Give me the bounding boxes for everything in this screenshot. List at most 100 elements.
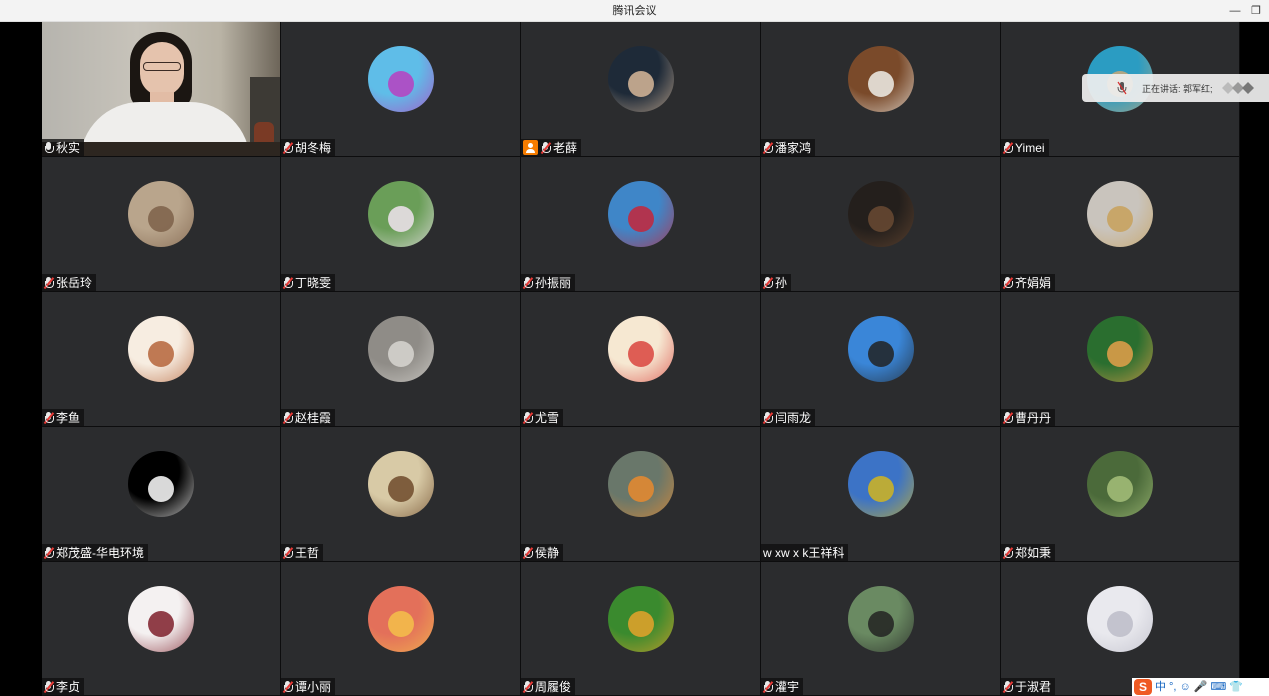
ime-item[interactable]: 👕 (1229, 678, 1243, 696)
participant-avatar (847, 316, 914, 382)
ime-item[interactable]: ☺ (1179, 678, 1190, 696)
participant-tile[interactable]: 秋实 (42, 22, 281, 157)
participant-avatar (128, 451, 194, 517)
mic-muted-icon (43, 411, 54, 424)
participant-name: 郑茂盛-华电环境 (56, 546, 144, 560)
ime-item[interactable]: ⌨ (1210, 678, 1226, 696)
participant-tile[interactable]: 灌宇 (761, 562, 1001, 696)
participant-avatar (367, 451, 434, 517)
participant-avatar (607, 451, 674, 517)
participant-name: 郑如秉 (1015, 546, 1052, 560)
participant-tile[interactable]: 赵桂霞 (281, 292, 521, 427)
participant-name: 灌宇 (775, 680, 800, 694)
ime-item[interactable]: 中 (1155, 678, 1166, 696)
participant-tile[interactable]: w xw x k王祥科 (761, 427, 1001, 562)
mic-muted-icon (43, 276, 54, 289)
participant-nameplate: 侯静 (521, 544, 564, 561)
speaking-label: 正在讲话: 郭军红; (1142, 83, 1213, 94)
participant-tile[interactable]: 孙 (761, 157, 1001, 292)
participant-tile[interactable]: 侯静 (521, 427, 761, 562)
participant-name: 秋实 (56, 141, 81, 155)
participant-tile[interactable]: 齐娟娟 (1001, 157, 1240, 292)
participant-tile[interactable]: 张岳玲 (42, 157, 281, 292)
mic-muted-icon (522, 680, 533, 693)
participant-tile[interactable]: 老薛 (521, 22, 761, 157)
mic-muted-icon (43, 680, 54, 693)
participant-nameplate: 曹丹丹 (1001, 409, 1056, 426)
participant-nameplate: 尤雪 (521, 409, 564, 426)
participant-name: 谭小丽 (295, 680, 332, 694)
participant-tile[interactable]: 胡冬梅 (281, 22, 521, 157)
participant-tile[interactable]: 李贞 (42, 562, 281, 696)
host-icon (523, 140, 538, 155)
participant-name: 周履俊 (535, 680, 572, 694)
participant-tile[interactable]: 闫雨龙 (761, 292, 1001, 427)
mic-muted-icon (762, 276, 773, 289)
mic-muted-icon (1002, 411, 1013, 424)
mic-muted-icon (1002, 141, 1013, 154)
participant-nameplate: 郑如秉 (1001, 544, 1056, 561)
mic-muted-icon (282, 546, 293, 559)
participant-name: 李贞 (56, 680, 81, 694)
mic-muted-icon (43, 546, 54, 559)
participant-nameplate: 胡冬梅 (281, 139, 336, 156)
meeting-stage: 秋实 胡冬梅 老薛 潘家鸿 Yimei 张岳玲 丁晓雯 孙振丽 孙 齐娟娟 李鱼 赵桂霞 尤雪 闫雨龙 曹丹… (0, 22, 1269, 696)
participant-tile[interactable]: 尤雪 (521, 292, 761, 427)
participant-name: 老薛 (553, 141, 578, 155)
participant-avatar (367, 586, 434, 652)
participant-tile[interactable]: 郑如秉 (1001, 427, 1240, 562)
participant-avatar (367, 46, 434, 112)
participant-avatar (367, 316, 434, 382)
window-title: 腾讯会议 (612, 5, 657, 17)
participant-name: 张岳玲 (56, 276, 93, 290)
participant-nameplate: 赵桂霞 (281, 409, 336, 426)
mic-muted-icon (762, 141, 773, 154)
participant-nameplate: 潘家鸿 (761, 139, 816, 156)
participant-nameplate: 孙振丽 (521, 274, 576, 291)
participant-nameplate: 孙 (761, 274, 792, 291)
participant-tile[interactable]: 丁晓雯 (281, 157, 521, 292)
mic-muted-icon (540, 141, 551, 154)
participant-tile[interactable]: 曹丹丹 (1001, 292, 1240, 427)
participant-nameplate: 老薛 (521, 139, 582, 156)
mic-muted-icon (522, 276, 533, 289)
participant-avatar (607, 46, 674, 112)
participant-name: 齐娟娟 (1015, 276, 1052, 290)
mic-muted-icon (522, 546, 533, 559)
participant-nameplate: 李贞 (42, 678, 85, 695)
mic-muted-icon (282, 411, 293, 424)
participant-tile[interactable]: 孙振丽 (521, 157, 761, 292)
participant-name: 曹丹丹 (1015, 411, 1052, 425)
participant-tile[interactable]: 郑茂盛-华电环境 (42, 427, 281, 562)
participant-tile[interactable]: 周履俊 (521, 562, 761, 696)
restore-button[interactable]: ❐ (1248, 3, 1264, 19)
ime-item[interactable]: 🎤 (1194, 678, 1208, 696)
participant-nameplate: 秋实 (42, 139, 85, 156)
sogou-logo-icon[interactable]: S (1134, 679, 1152, 695)
minimize-button[interactable]: — (1227, 3, 1243, 19)
participant-tile[interactable]: 谭小丽 (281, 562, 521, 696)
mic-muted-icon (282, 276, 293, 289)
participant-nameplate: 灌宇 (761, 678, 804, 695)
participant-avatar (847, 181, 914, 247)
title-bar: 腾讯会议 — ❐ (0, 0, 1269, 22)
participant-nameplate: 张岳玲 (42, 274, 97, 291)
participant-tile[interactable]: 李鱼 (42, 292, 281, 427)
participant-tile[interactable]: 王哲 (281, 427, 521, 562)
participant-name: 胡冬梅 (295, 141, 332, 155)
mic-muted-icon (1002, 680, 1013, 693)
participant-tile[interactable]: 于淑君 (1001, 562, 1240, 696)
ime-toolbar[interactable]: S 中 °, ☺ 🎤 ⌨ 👕 (1132, 678, 1269, 696)
participant-name: 李鱼 (56, 411, 81, 425)
participant-nameplate: 周履俊 (521, 678, 576, 695)
participant-name: 尤雪 (535, 411, 560, 425)
mic-muted-icon (762, 680, 773, 693)
ime-item[interactable]: °, (1169, 678, 1176, 696)
participant-nameplate: 王哲 (281, 544, 324, 561)
participant-avatar (847, 586, 914, 652)
participant-avatar (607, 586, 674, 652)
participant-avatar (847, 451, 914, 517)
participant-tile[interactable]: 潘家鸿 (761, 22, 1001, 157)
participant-nameplate: 于淑君 (1001, 678, 1056, 695)
participant-video (42, 22, 280, 156)
